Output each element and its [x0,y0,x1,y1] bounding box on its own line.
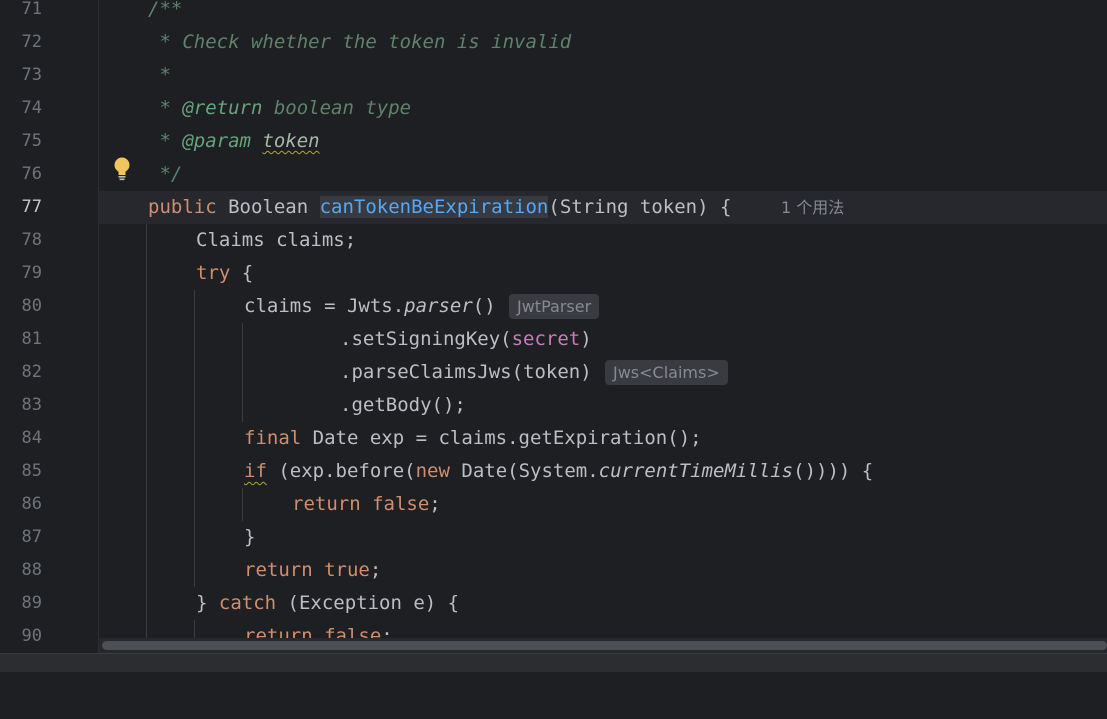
static-method-call: parser [404,295,473,317]
line-number-gutter: 71 72 73 74 75 76 77 78 79 80 81 82 83 8… [0,0,98,653]
doc-comment: */ [148,163,183,185]
static-method-call: currentTimeMillis [598,460,794,482]
keyword-if[interactable]: if [244,460,267,482]
keyword-final: final [244,427,302,449]
doc-comment: * [148,130,183,152]
code-line-74: * @return boolean type [99,92,1107,125]
code-line-89: } catch (Exception e) { [196,592,460,614]
line-number: 83 [21,395,42,415]
line-number: 81 [21,329,42,349]
line-number: 82 [21,362,42,382]
keyword-try: try [196,262,231,284]
line-number: 88 [21,560,42,580]
code-line-72: * Check whether the token is invalid [99,26,1107,59]
code-line-76: */ [99,158,1107,191]
code-line-83: .getBody(); [340,394,466,416]
code-line-84: final Date exp = claims.getExpiration(); [244,427,702,449]
line-number: 89 [21,593,42,613]
code-line-87: } [244,526,256,548]
line-number: 80 [21,296,42,316]
line-number: 87 [21,527,42,547]
line-number: 71 [21,0,42,19]
doc-param-name[interactable]: token [262,130,319,152]
usages-hint[interactable]: 1 个用法 [781,191,844,224]
method-name[interactable]: canTokenBeExpiration [319,196,549,218]
doc-comment: * [148,97,183,119]
code-line-86: return false; [292,493,441,515]
code-line-73: * [99,59,1107,92]
line-number-current: 77 [21,197,42,217]
keyword-return: return [292,493,361,515]
line-number: 72 [21,32,42,52]
line-number: 86 [21,494,42,514]
code-line-88: return true; [244,559,382,581]
keyword-public: public [148,196,217,218]
type-hint-jwtparser[interactable]: JwtParser [509,294,600,319]
doc-comment: * Check whether the token is invalid [148,31,572,53]
keyword-return: return [244,559,313,581]
doc-comment: boolean type [262,97,412,119]
line-number: 76 [21,164,42,184]
keyword-false: false [372,493,430,515]
code-line-82: .parseClaimsJws(token) Jws<Claims> [99,356,1107,389]
doc-comment: * [148,64,171,86]
line-number: 74 [21,98,42,118]
doc-tag: @param [182,130,251,152]
line-number: 78 [21,230,42,250]
code-line-78: Claims claims; [196,229,357,251]
line-number: 85 [21,461,42,481]
horizontal-scrollbar-thumb[interactable] [102,641,1107,650]
code-line-81: .setSigningKey(secret) [340,328,592,350]
code-line-85: if (exp.before(new Date(System.currentTi… [244,460,874,482]
line-number: 84 [21,428,42,448]
code-line-71: /** [99,0,1107,26]
code-line-80: claims = Jwts.parser() JwtParser [99,290,1107,323]
status-bar [0,653,1107,672]
doc-tag: @return [182,97,263,119]
line-number: 79 [21,263,42,283]
keyword-true: true [324,559,370,581]
field-reference: secret [511,328,581,350]
doc-comment: /** [148,0,183,20]
code-line-79: try { [196,262,254,284]
code-line-75: * @param token [99,125,1107,158]
keyword-catch: catch [218,592,277,614]
code-line-77: public Boolean canTokenBeExpiration(Stri… [99,191,1107,224]
keyword-new: new [415,460,450,482]
line-number: 75 [21,131,42,151]
type-hint-jws-claims[interactable]: Jws<Claims> [605,360,728,385]
line-number: 90 [21,626,42,646]
code-editor[interactable]: /** * Check whether the token is invalid… [99,0,1107,653]
line-number: 73 [21,65,42,85]
